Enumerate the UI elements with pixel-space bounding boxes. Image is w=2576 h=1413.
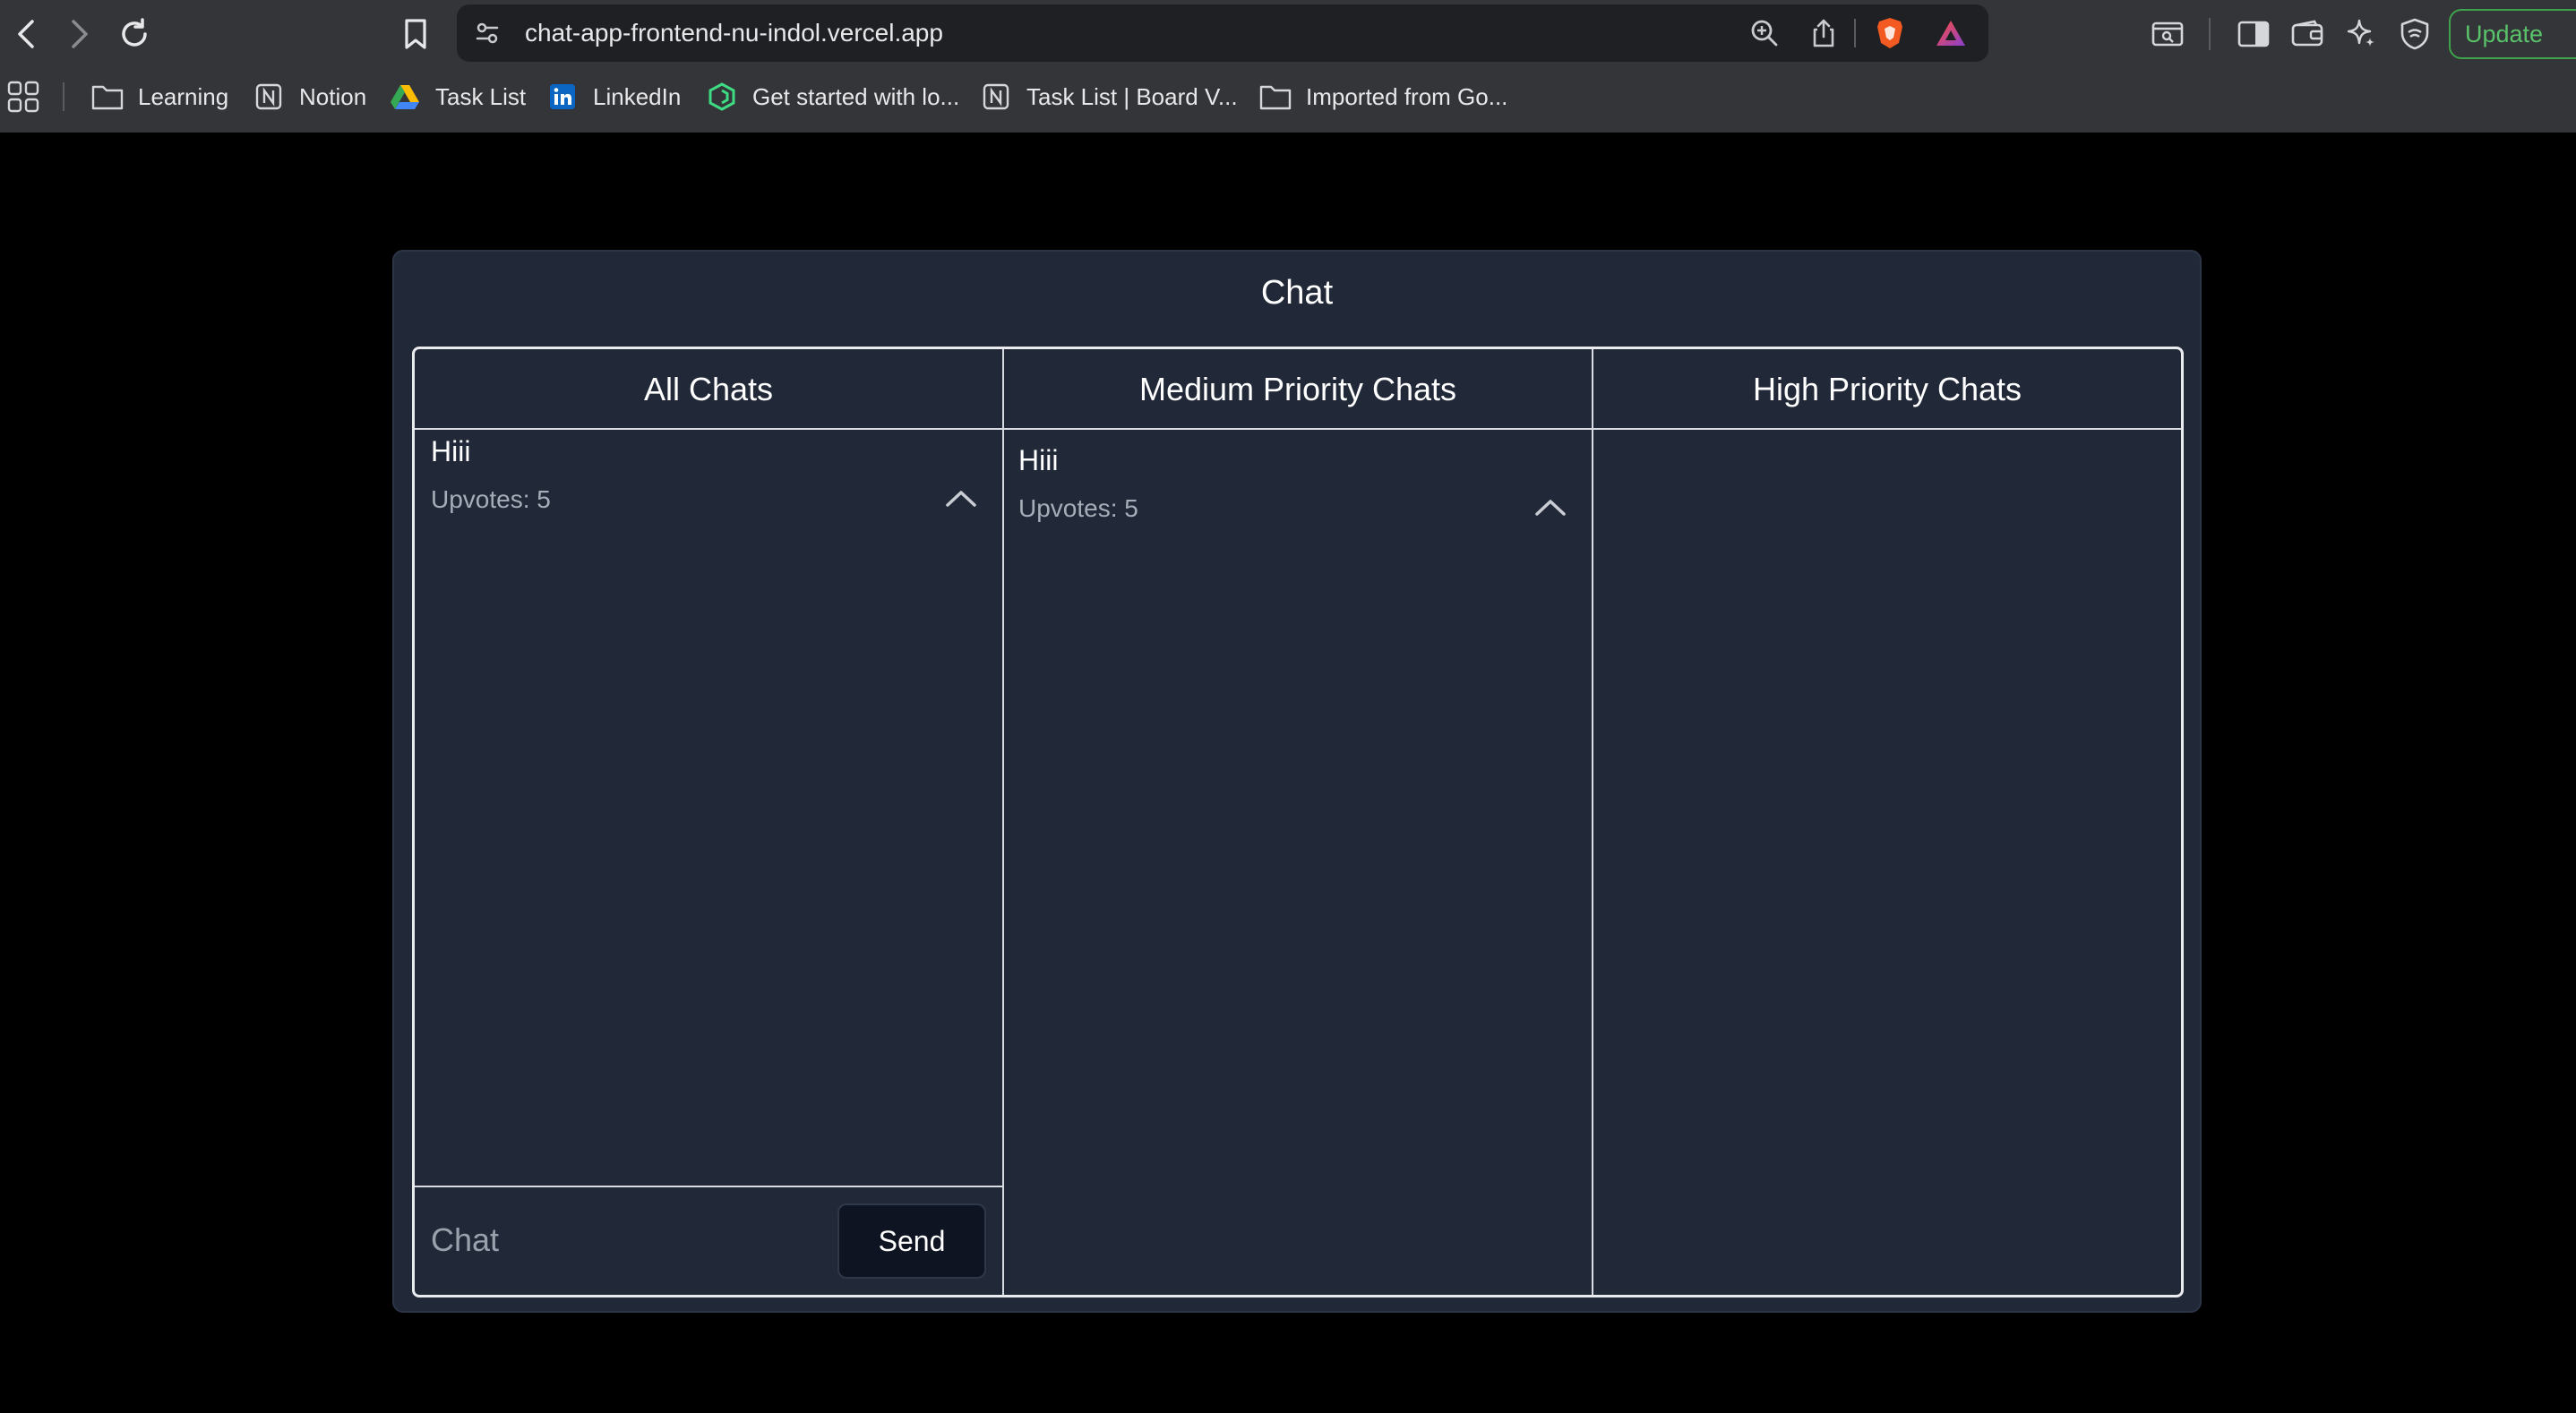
column-header: Medium Priority Chats xyxy=(1004,349,1592,430)
address-bar-divider xyxy=(1854,19,1856,47)
column-header: All Chats xyxy=(415,349,1002,430)
folder-icon xyxy=(91,81,124,113)
chat-message-text: Hiii xyxy=(1018,444,1059,476)
vpn-shield-icon[interactable] xyxy=(2395,14,2434,54)
chevron-right-icon xyxy=(72,20,88,48)
notion-icon xyxy=(253,81,285,113)
update-button[interactable]: Update xyxy=(2449,9,2576,59)
chat-card: Chat All Chats Hiii Upvotes: 5 Send Me xyxy=(392,250,2202,1313)
bookmark-learning[interactable]: Learning xyxy=(91,72,228,122)
upvote-button[interactable] xyxy=(941,478,981,518)
column-medium-priority: Medium Priority Chats Hiii Upvotes: 5 xyxy=(1004,349,1592,1295)
browser-chrome: chat-app-frontend-nu-indol.vercel.app Up… xyxy=(0,0,2576,133)
bookmark-label: Task List | Board V... xyxy=(1026,82,1238,110)
chevron-left-icon xyxy=(18,20,34,48)
column-header: High Priority Chats xyxy=(1593,349,2181,430)
upvote-button[interactable] xyxy=(1531,487,1570,527)
leo-ai-icon[interactable] xyxy=(2341,14,2381,54)
column-all-chats: All Chats Hiii Upvotes: 5 Send xyxy=(415,349,1002,1295)
chat-message-text: Hiii xyxy=(431,435,471,467)
share-icon[interactable] xyxy=(1806,15,1842,51)
bookmark-page-button[interactable] xyxy=(398,16,434,52)
bookmark-linkedin[interactable]: LinkedIn xyxy=(546,72,681,122)
reload-button[interactable] xyxy=(116,16,152,52)
page-title: Chat xyxy=(1260,274,1334,312)
chat-composer: Send xyxy=(415,1186,1002,1295)
bookmark-icon xyxy=(405,19,426,49)
toolbar-divider xyxy=(2209,18,2211,50)
chevron-up-icon xyxy=(946,491,976,507)
address-bar[interactable]: chat-app-frontend-nu-indol.vercel.app xyxy=(457,4,1988,62)
sidebar-toggle-icon[interactable] xyxy=(2234,14,2273,54)
bookmark-label: Get started with lo... xyxy=(752,82,960,110)
column-high-priority: High Priority Chats xyxy=(1593,349,2181,1295)
bookmark-label: Imported from Go... xyxy=(1306,82,1508,110)
url-text[interactable]: chat-app-frontend-nu-indol.vercel.app xyxy=(525,4,943,62)
bookmark-label: Learning xyxy=(138,82,229,110)
linkedin-icon xyxy=(546,81,579,113)
chat-upvote-count: Upvotes: 5 xyxy=(431,485,551,513)
site-settings-icon[interactable] xyxy=(469,15,505,51)
chat-upvote-count: Upvotes: 5 xyxy=(1018,494,1138,522)
send-button[interactable]: Send xyxy=(837,1203,986,1279)
bookmark-notion[interactable]: Notion xyxy=(253,72,366,122)
chevron-up-icon xyxy=(1535,500,1566,516)
bookmark-label: LinkedIn xyxy=(593,82,682,110)
google-drive-icon xyxy=(389,81,421,113)
green-hex-icon xyxy=(706,81,738,113)
chat-input[interactable] xyxy=(424,1202,818,1279)
reader-mode-icon[interactable] xyxy=(2148,14,2187,54)
wallet-icon[interactable] xyxy=(2288,14,2327,54)
bookmark-imported[interactable]: Imported from Go... xyxy=(1259,72,1507,122)
reload-icon xyxy=(122,18,147,47)
forward-button[interactable] xyxy=(61,16,97,52)
bookmarks-bar: Learning Notion Task List LinkedIn Get s… xyxy=(0,72,2576,122)
bookmarks-divider xyxy=(63,82,64,111)
chat-item: Hiii Upvotes: 5 xyxy=(415,435,1002,534)
back-button[interactable] xyxy=(9,16,45,52)
bookmark-get-started[interactable]: Get started with lo... xyxy=(706,72,959,122)
bookmark-task-list-board[interactable]: Task List | Board V... xyxy=(980,72,1238,122)
chat-item: Hiii Upvotes: 5 xyxy=(1004,444,1592,543)
folder-icon xyxy=(1259,81,1292,113)
zoom-icon[interactable] xyxy=(1747,15,1782,51)
chat-board: All Chats Hiii Upvotes: 5 Send Medium Pr… xyxy=(412,347,2184,1297)
bookmark-label: Notion xyxy=(299,82,367,110)
brave-rewards-icon[interactable] xyxy=(1933,15,1969,51)
apps-grid-icon[interactable] xyxy=(7,81,39,113)
notion-icon xyxy=(980,81,1012,113)
brave-shields-icon[interactable] xyxy=(1872,15,1908,51)
bookmark-task-list[interactable]: Task List xyxy=(389,72,526,122)
bookmark-label: Task List xyxy=(435,82,527,110)
